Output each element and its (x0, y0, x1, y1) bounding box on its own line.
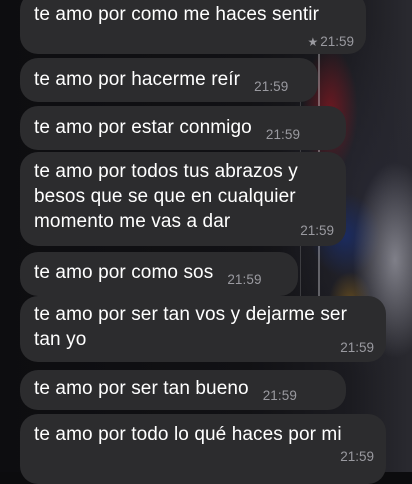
message-text-content: te amo por hacerme reír (34, 69, 241, 90)
message-bubble[interactable]: te amo por ser tan bueno 21:59 (20, 370, 346, 410)
message-bubble[interactable]: te amo por estar conmigo 21:59 (20, 106, 346, 150)
message-text-content: te amo por como sos (34, 262, 214, 283)
message-bubble[interactable]: te amo por todo lo qué haces por mi 21:5… (20, 414, 386, 484)
message-text: te amo por hacerme reír 21:59 (34, 67, 318, 99)
star-icon: ★ (307, 35, 319, 49)
message-text-content: te amo por ser tan bueno (34, 378, 249, 399)
message-timestamp: 21:59 (340, 449, 374, 464)
message-bubble[interactable]: te amo por hacerme reír 21:59 (20, 58, 318, 102)
message-text: te amo por como sos 21:59 (34, 260, 298, 292)
message-bubble[interactable]: te amo por como me haces sentir ★ 21:59 (20, 0, 366, 54)
message-text: te amo por estar conmigo 21:59 (34, 115, 346, 147)
message-timestamp: 21:59 (300, 223, 334, 238)
message-timestamp: ★ 21:59 (307, 34, 354, 49)
message-text: te amo por todo lo qué haces por mi (34, 424, 342, 445)
message-timestamp: 21:59 (265, 127, 301, 142)
message-text: te amo por ser tan vos y dejarme ser tan… (34, 304, 348, 350)
message-text-content: te amo por estar conmigo (34, 117, 252, 138)
message-timestamp: 21:59 (340, 340, 374, 355)
timestamp-text: 21:59 (320, 34, 354, 49)
message-text: te amo por ser tan bueno 21:59 (34, 376, 346, 408)
message-text: te amo por como me haces sentir (34, 4, 320, 25)
message-bubble[interactable]: te amo por ser tan vos y dejarme ser tan… (20, 296, 386, 362)
message-bubble[interactable]: te amo por todos tus abrazos y besos que… (20, 152, 346, 246)
message-timestamp: 21:59 (227, 272, 262, 287)
message-timestamp: 21:59 (262, 388, 297, 403)
message-timestamp: 21:59 (254, 79, 289, 94)
message-text: te amo por todos tus abrazos y besos que… (34, 161, 298, 232)
message-bubble[interactable]: te amo por como sos 21:59 (20, 252, 298, 296)
